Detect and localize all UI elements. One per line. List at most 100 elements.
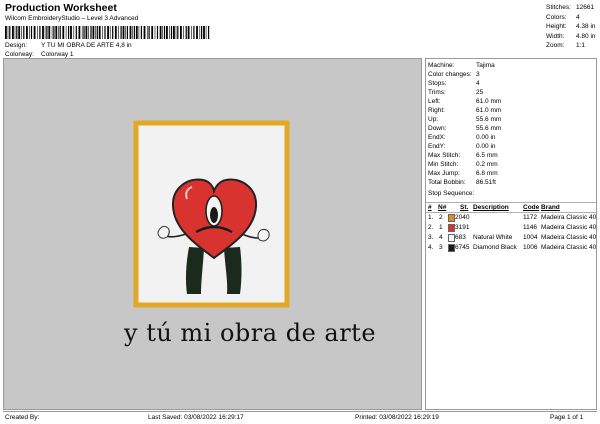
barcode-bar: [39, 26, 41, 39]
max-jump-row: Max Jump: 6.8 mm: [428, 169, 498, 178]
design-field: Design: Y TU MI OBRA DE ARTE 4,8 in: [5, 42, 132, 51]
stat-colors: Colors: 4: [546, 13, 596, 23]
barcode-bar: [96, 26, 98, 39]
detail-value: 86.51ft: [476, 179, 496, 186]
barcode-bar: [59, 26, 61, 39]
stop-number: 3.: [428, 234, 434, 241]
stat-zoom: Zoom: 1:1: [546, 41, 596, 51]
barcode-bar: [26, 26, 28, 39]
color-swatch: [448, 234, 455, 242]
barcode-bar: [175, 26, 177, 39]
barcode-bar: [132, 26, 133, 39]
detail-value: 61.0 mm: [476, 107, 502, 114]
stop-sequence-header: # N# St. Description Code Brand: [426, 202, 596, 213]
barcode-bar: [143, 26, 146, 39]
detail-label: Right:: [428, 107, 445, 114]
stitch-count: 2040: [455, 214, 470, 221]
stops-row: Stops: 4: [428, 79, 480, 88]
thread-description: Natural White: [473, 234, 513, 241]
up-row: Up: 55.6 mm: [428, 115, 501, 124]
stop-row: 1. 2 2040 1172 Madeira Classic 40: [426, 213, 596, 223]
stop-sequence-title: Stop Sequence:: [428, 190, 475, 197]
color-swatch: [448, 214, 455, 222]
trims-row: Trims: 25: [428, 88, 483, 97]
barcode-bar: [173, 26, 175, 39]
thread-code: 1172: [523, 214, 537, 221]
detail-label: Total Bobbin:: [428, 179, 466, 186]
barcode: [5, 26, 210, 39]
barcode-bar: [42, 26, 44, 39]
detail-label: Trims:: [428, 89, 446, 96]
stat-label: Width:: [546, 32, 565, 40]
barcode-bar: [46, 26, 48, 39]
col-description: Description: [473, 204, 509, 211]
stitch-count: 6745: [455, 244, 470, 251]
barcode-bar: [78, 26, 81, 39]
detail-value: Tajima: [476, 62, 495, 69]
barcode-bar: [73, 26, 75, 39]
software-subtitle: Wilcom EmbroideryStudio – Level 3 Advanc…: [5, 15, 139, 22]
detail-value: 4: [476, 80, 480, 87]
barcode-bar: [75, 26, 77, 39]
thread-brand: Madeira Classic 40: [541, 214, 597, 221]
col-num: #: [428, 204, 432, 211]
detail-value: 6.5 mm: [476, 152, 498, 159]
barcode-bar: [147, 26, 148, 39]
barcode-bar: [180, 26, 182, 39]
barcode-bar: [191, 26, 192, 39]
stat-value: 1:1: [576, 42, 586, 50]
barcode-bar: [193, 26, 195, 39]
detail-value: 6.8 mm: [476, 170, 498, 177]
page-number: Page 1 of 1: [550, 414, 584, 421]
thread-code: 1146: [523, 224, 537, 231]
stop-row: 3. 4 683 Natural White 1004 Madeira Clas…: [426, 233, 596, 243]
stat-label: Zoom:: [546, 42, 565, 50]
thread-code: 1006: [523, 244, 538, 251]
left-row: Left: 61.0 mm: [428, 97, 501, 106]
embroidery-artwork: [133, 120, 290, 308]
barcode-bar: [163, 26, 166, 39]
down-row: Down: 55.6 mm: [428, 124, 501, 133]
barcode-bar: [53, 26, 55, 39]
barcode-bar: [118, 26, 119, 39]
design-label: Design:: [5, 42, 28, 49]
barcode-bar: [166, 26, 168, 39]
barcode-bar: [138, 26, 140, 39]
barcode-bar: [102, 26, 103, 39]
stat-value: 4.80 in: [576, 32, 596, 40]
barcode-bar: [5, 26, 7, 39]
barcode-bar: [55, 26, 58, 39]
right-row: Right: 61.0 mm: [428, 106, 501, 115]
detail-label: Left:: [428, 98, 441, 105]
detail-label: Up:: [428, 116, 439, 123]
barcode-bar: [112, 26, 114, 39]
barcode-bar: [151, 26, 154, 39]
stat-label: Height:: [546, 23, 567, 31]
barcode-bar: [90, 26, 92, 39]
detail-label: Min Stitch:: [428, 161, 459, 168]
barcode-bar: [44, 26, 46, 39]
barcode-bar: [187, 26, 190, 39]
thread-brand: Madeira Classic 40: [541, 244, 597, 251]
barcode-bar: [162, 26, 163, 39]
min-stitch-row: Min Stitch: 0.2 mm: [428, 160, 498, 169]
barcode-bar: [7, 26, 9, 39]
barcode-bar: [154, 26, 156, 39]
machine-row: Machine: Tajima: [428, 61, 495, 70]
barcode-bar: [48, 26, 51, 39]
stop-number: 4.: [428, 244, 434, 251]
endx-row: EndX: 0.00 in: [428, 133, 496, 142]
stop-row: 4. 3 6745 Diamond Black 1006 Madeira Cla…: [426, 243, 596, 253]
stat-label: Stitches:: [546, 4, 571, 11]
stop-number: 1.: [428, 214, 434, 221]
detail-value: 55.6 mm: [476, 116, 502, 123]
barcode-bar: [203, 26, 205, 39]
barcode-bar: [114, 26, 117, 39]
barcode-bar: [104, 26, 106, 39]
stat-height: Height: 4.38 in: [546, 22, 596, 32]
design-value: Y TU MI OBRA DE ARTE 4,8 in: [41, 42, 132, 49]
barcode-bar: [177, 26, 179, 39]
thread-brand: Madeira Classic 40: [541, 224, 597, 231]
barcode-bar: [81, 26, 83, 39]
barcode-bar: [92, 26, 95, 39]
